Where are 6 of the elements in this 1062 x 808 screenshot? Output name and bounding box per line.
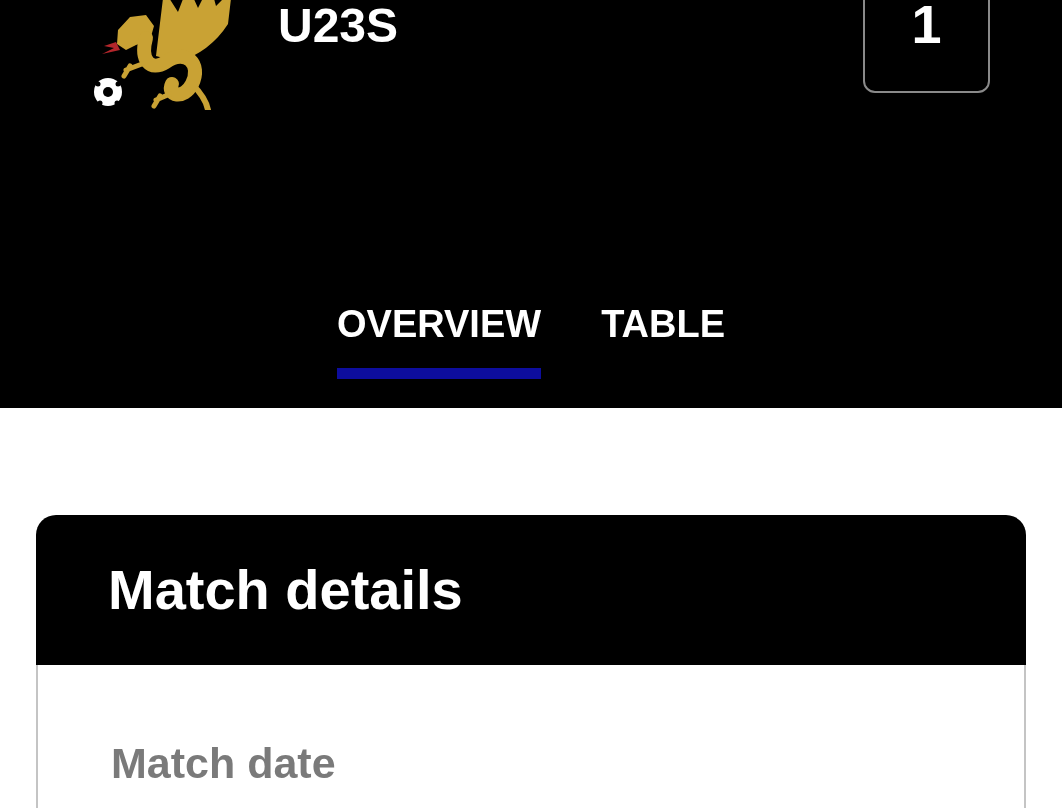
tab[interactable]: OVERVIEW <box>337 305 542 379</box>
tab[interactable]: TABLE <box>601 305 725 379</box>
team-name: U23S <box>278 2 399 50</box>
field-label: Match date <box>111 742 336 785</box>
card-title: Match details <box>108 562 463 618</box>
score-display: 1 <box>863 0 990 93</box>
